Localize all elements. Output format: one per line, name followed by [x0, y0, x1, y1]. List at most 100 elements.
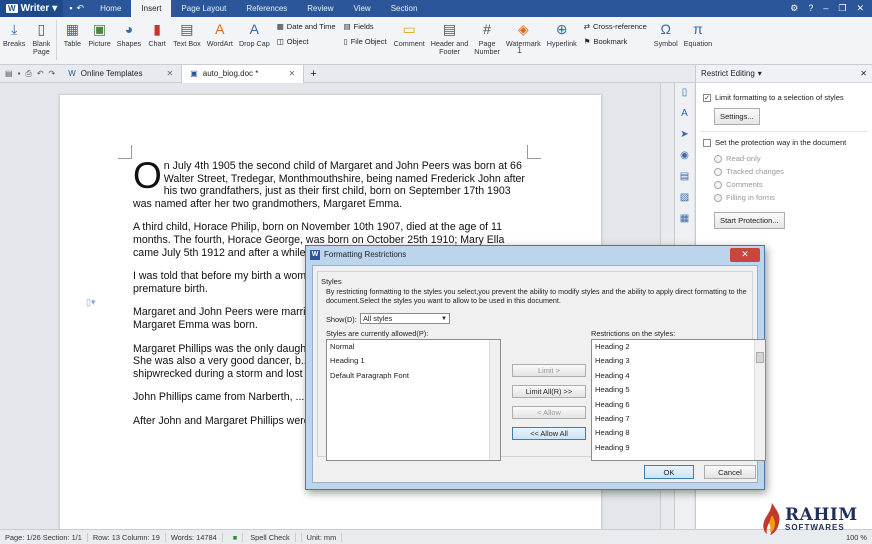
settings-button[interactable]: Settings...	[714, 108, 760, 125]
bookmark-button[interactable]: ⚑ Bookmark	[584, 37, 647, 46]
cancel-button[interactable]: Cancel	[704, 465, 756, 479]
list-item[interactable]: Normal	[327, 340, 500, 354]
shapes-icon[interactable]: ◉	[680, 150, 689, 161]
text-box-button[interactable]: ▤ Text Box	[170, 20, 204, 48]
chevron-down-icon[interactable]: ▾	[758, 69, 762, 78]
close-icon[interactable]: ✕	[856, 3, 864, 14]
drop-cap-icon: A	[249, 20, 259, 37]
start-protection-button[interactable]: Start Protection...	[714, 212, 785, 229]
comment-icon: ▭	[402, 20, 416, 37]
tab-section[interactable]: Section	[381, 0, 428, 17]
fields-button[interactable]: ▤ Fields	[344, 22, 387, 31]
tab-insert[interactable]: Insert	[131, 0, 172, 17]
close-tab-icon[interactable]: ✕	[167, 69, 174, 78]
restore-icon[interactable]: ❐	[838, 3, 846, 14]
tab-references[interactable]: References	[236, 0, 297, 17]
set-protection-checkbox[interactable]	[703, 138, 711, 147]
hyperlink-button[interactable]: ⊕ Hyperlink	[544, 20, 580, 48]
close-tab-icon[interactable]: ✕	[289, 69, 296, 78]
list-item[interactable]: Default Paragraph Font	[327, 369, 500, 383]
header-footer-button[interactable]: ▤ Header and Footer	[428, 20, 472, 55]
watermark-button[interactable]: ◈ Watermark	[503, 20, 544, 48]
list-item[interactable]: Heading 8	[592, 426, 765, 440]
page-number-button[interactable]: # Page Number	[471, 20, 503, 55]
minimize-icon[interactable]: –	[823, 3, 828, 14]
file-icon: ▯	[343, 37, 348, 46]
allow-all-button[interactable]: << Allow All	[512, 427, 586, 440]
list-item[interactable]: Heading 6	[592, 398, 765, 412]
wordart-button[interactable]: A WordArt	[204, 20, 236, 48]
drop-cap-button[interactable]: A Drop Cap	[236, 20, 273, 48]
redo-icon[interactable]: ↷	[49, 69, 56, 79]
select-icon[interactable]: ➤	[680, 129, 688, 140]
open-icon[interactable]: ▤	[5, 69, 13, 79]
tab-view[interactable]: View	[344, 0, 381, 17]
styles-icon[interactable]: A	[681, 108, 688, 119]
allow-button[interactable]: < Allow	[512, 406, 586, 419]
tab-page-layout[interactable]: Page Layout	[171, 0, 236, 17]
symbol-button[interactable]: Ω Symbol	[651, 20, 681, 48]
undo-icon[interactable]: ↶	[37, 69, 44, 79]
help-icon[interactable]: ?	[808, 3, 813, 14]
tab-online-templates[interactable]: W Online Templates ✕	[60, 64, 183, 83]
list-item[interactable]: Heading 7	[592, 412, 765, 426]
new-tab-icon[interactable]: +	[304, 68, 322, 80]
tab-document[interactable]: ▣ auto_biog.doc * ✕	[182, 64, 305, 83]
list-item[interactable]: Heading 2	[592, 340, 765, 354]
paragraph-handle-icon[interactable]: ▯▾	[86, 297, 95, 308]
limit-formatting-checkbox[interactable]: ✓	[703, 93, 711, 102]
show-select[interactable]: All styles ▼	[360, 313, 450, 324]
print-icon[interactable]: ⎙	[25, 69, 31, 79]
equation-button[interactable]: π Equation	[681, 20, 715, 48]
picture-button[interactable]: ▣ Picture	[85, 20, 113, 48]
set-protection-row[interactable]: Set the protection way in the document	[703, 138, 872, 147]
save-icon[interactable]: ▪	[18, 69, 21, 79]
list-item[interactable]: Heading 4	[592, 369, 765, 383]
allowed-styles-list[interactable]: Normal Heading 1 Default Paragraph Font	[326, 339, 501, 461]
flame-logo-icon	[763, 503, 780, 535]
file-object-button[interactable]: ▯ File Object	[344, 37, 387, 46]
scroll-thumb[interactable]	[756, 352, 764, 363]
spell-check-icon: ■	[227, 532, 244, 542]
breaks-button[interactable]: ⤓ Breaks	[0, 20, 28, 48]
fields-group: ▤ Fields ▯ File Object	[340, 20, 391, 48]
save-icon[interactable]: ▪	[69, 3, 72, 14]
radio-filling-forms[interactable]: Filling in forms	[714, 193, 872, 202]
app-menu-button[interactable]: W Writer ▾	[0, 0, 64, 17]
word-count[interactable]: Words: 14784	[166, 532, 223, 542]
undo-icon[interactable]: ↶	[77, 3, 85, 14]
restricted-styles-list[interactable]: Heading 2 Heading 3 Heading 4 Heading 5 …	[591, 339, 766, 461]
list-item[interactable]: Heading 3	[592, 354, 765, 368]
comment-button[interactable]: ▭ Comment	[391, 20, 428, 48]
blank-page-button[interactable]: ▯ Blank Page	[28, 20, 54, 55]
date-time-button[interactable]: ▦ Date and Time	[277, 22, 336, 31]
close-icon[interactable]: ✕	[730, 247, 760, 262]
list-item[interactable]: Heading 5	[592, 383, 765, 397]
spell-check-status[interactable]: ■ Spell Check	[223, 532, 302, 542]
scrollbar[interactable]	[754, 340, 765, 460]
skin-icon[interactable]: ⚙	[790, 3, 798, 14]
tab-review[interactable]: Review	[297, 0, 343, 17]
chart-button[interactable]: ▮ Chart	[144, 20, 170, 48]
share-icon[interactable]: ▦	[680, 213, 689, 224]
tab-home[interactable]: Home	[90, 0, 131, 17]
radio-tracked-changes[interactable]: Tracked changes	[714, 167, 872, 176]
row-column-status: Row: 13 Column: 19	[88, 532, 166, 542]
shapes-button[interactable]: ◕ Shapes	[114, 20, 144, 48]
list-item[interactable]: Heading 9	[592, 441, 765, 455]
radio-comments[interactable]: Comments	[714, 180, 872, 189]
list-item[interactable]: Heading 1	[327, 354, 500, 368]
object-button[interactable]: ◫ Object	[277, 37, 336, 46]
table-button[interactable]: ▦ Table	[59, 20, 85, 48]
radio-read-only[interactable]: Read-only	[714, 154, 872, 163]
cross-reference-button[interactable]: ⇄ Cross-reference	[584, 22, 647, 31]
backup-icon[interactable]: ▤	[680, 171, 689, 182]
close-icon[interactable]: ✕	[860, 69, 867, 78]
restrict-icon[interactable]: ▨	[680, 192, 689, 203]
limit-button[interactable]: Limit >	[512, 364, 586, 377]
limit-formatting-row[interactable]: ✓ Limit formatting to a selection of sty…	[703, 93, 872, 102]
ok-button[interactable]: OK	[644, 465, 694, 479]
scrollbar[interactable]	[489, 340, 500, 460]
limit-all-button[interactable]: Limit All(R) >>	[512, 385, 586, 398]
new-document-icon[interactable]: ▯	[682, 87, 688, 98]
